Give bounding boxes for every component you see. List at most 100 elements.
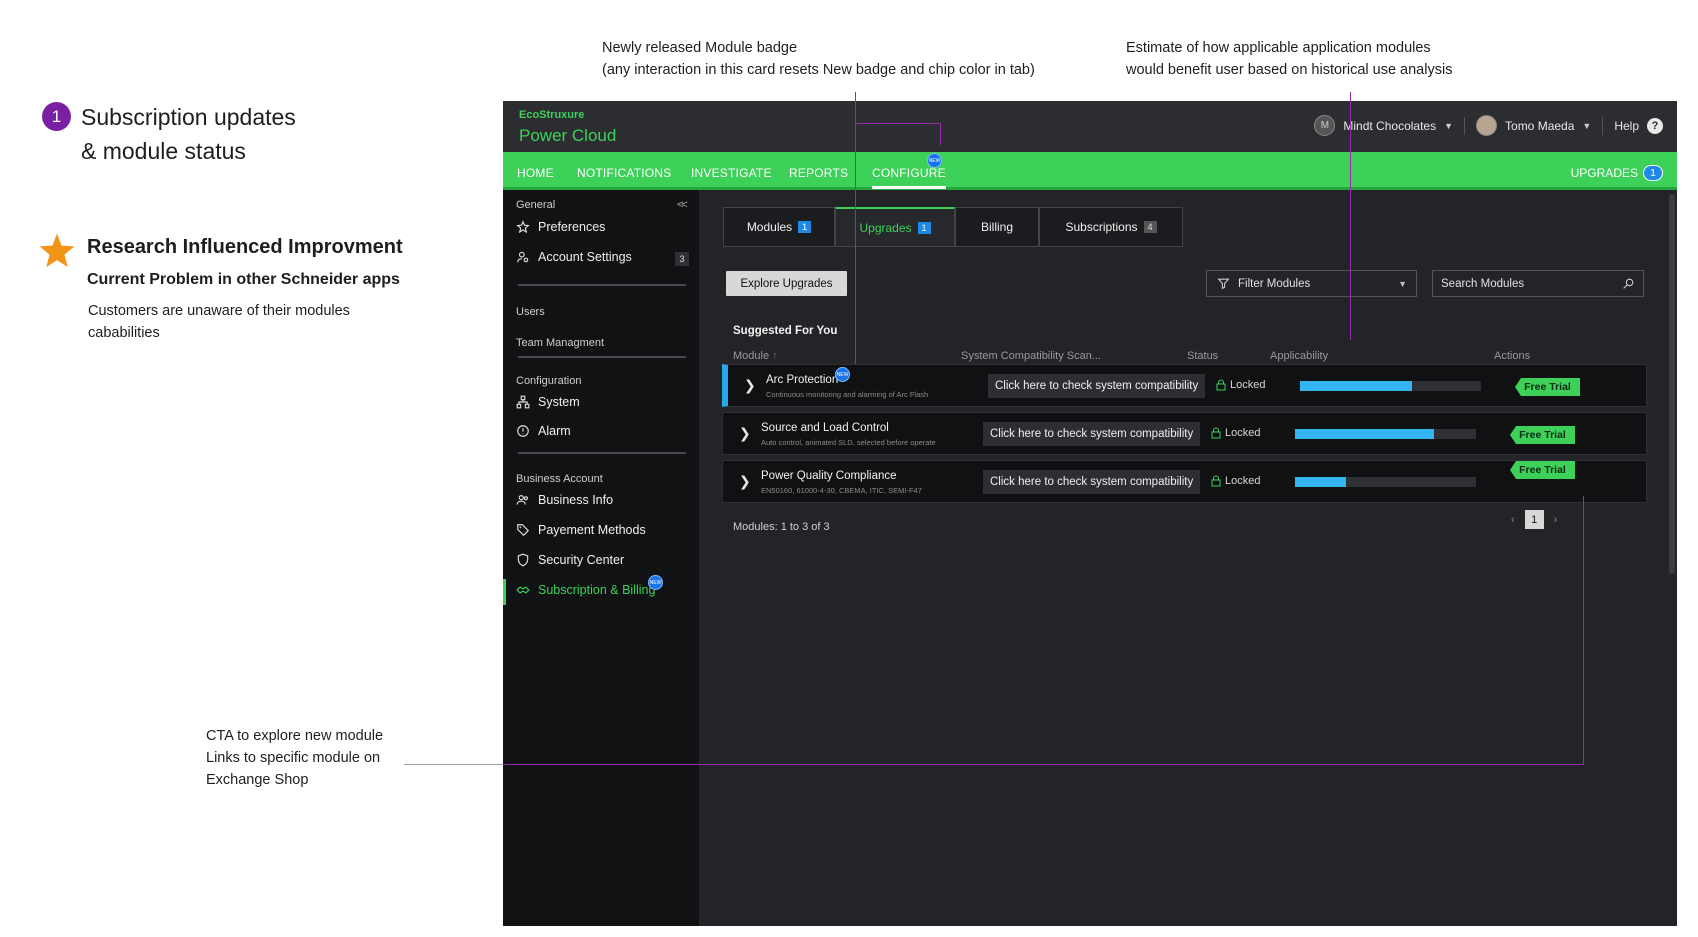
free-trial-button[interactable]: Free Trial bbox=[1510, 426, 1575, 444]
applicability-fill bbox=[1300, 381, 1413, 391]
expand-chevron-icon[interactable]: ❯ bbox=[739, 473, 751, 490]
filter-icon bbox=[1217, 278, 1230, 290]
nav-investigate[interactable]: INVESTIGATE bbox=[691, 166, 772, 180]
chevron-down-icon[interactable]: ▼ bbox=[1582, 121, 1591, 131]
lock-icon bbox=[1211, 427, 1221, 439]
applicability-fill bbox=[1295, 477, 1346, 487]
tab-bar: Modules 1 Upgrades 1 Billing Subscriptio… bbox=[723, 207, 1183, 247]
help-link[interactable]: Help bbox=[1614, 119, 1639, 133]
sidebar-section-configuration: Configuration bbox=[516, 375, 582, 387]
check-compatibility-button[interactable]: Click here to check system compatibility bbox=[988, 374, 1206, 398]
sidebar-item-payment-methods[interactable]: Payement Methods bbox=[516, 523, 646, 537]
divider bbox=[1602, 116, 1604, 135]
sidebar-item-label: Business Info bbox=[538, 493, 614, 507]
next-page-icon[interactable]: › bbox=[1554, 514, 1558, 526]
status-badge: Locked bbox=[1211, 427, 1260, 439]
main-content: Modules 1 Upgrades 1 Billing Subscriptio… bbox=[699, 190, 1677, 926]
prev-page-icon[interactable]: ‹ bbox=[1511, 514, 1515, 526]
status-label: Locked bbox=[1230, 379, 1266, 391]
note-cta-line1: CTA to explore new module bbox=[206, 728, 384, 744]
sidebar-section-general: General bbox=[516, 199, 556, 211]
active-indicator bbox=[503, 579, 506, 605]
divider bbox=[1464, 116, 1466, 135]
sidebar-item-users[interactable]: Users bbox=[516, 306, 545, 318]
main-nav: HOME NOTIFICATIONS INVESTIGATE REPORTS C… bbox=[503, 152, 1677, 190]
note-applicability-line1: Estimate of how applicable application m… bbox=[1126, 40, 1431, 56]
tab-label: Billing bbox=[980, 220, 1013, 234]
free-trial-button[interactable]: Free Trial bbox=[1515, 378, 1580, 396]
check-compatibility-button[interactable]: Click here to check system compatibility bbox=[983, 470, 1201, 494]
nav-upgrades-label: UPGRADES bbox=[1570, 166, 1638, 180]
chevron-down-icon[interactable]: ▼ bbox=[1444, 121, 1453, 131]
top-bar-right: M Mindt Chocolates ▼ Tomo Maeda ▼ Help ? bbox=[1314, 115, 1663, 136]
people-icon bbox=[516, 495, 528, 505]
chevron-down-icon: ▼ bbox=[1398, 278, 1407, 289]
expand-chevron-icon[interactable]: ❯ bbox=[744, 377, 756, 394]
sidebar-item-alarm[interactable]: Alarm bbox=[516, 424, 571, 438]
scrollbar[interactable] bbox=[1669, 194, 1675, 574]
sidebar-item-system[interactable]: System bbox=[516, 395, 580, 409]
new-badge: NEW bbox=[648, 575, 663, 590]
tab-count: 1 bbox=[798, 221, 812, 233]
tab-billing[interactable]: Billing bbox=[955, 207, 1039, 247]
sidebar-item-account-settings[interactable]: Account Settings bbox=[516, 250, 632, 264]
column-header-module[interactable]: Module ↑ bbox=[733, 350, 778, 362]
nav-configure[interactable]: CONFIGURE bbox=[872, 166, 946, 189]
status-label: Locked bbox=[1225, 427, 1261, 439]
filter-modules-select[interactable]: Filter Modules ▼ bbox=[1206, 270, 1417, 297]
user-settings-icon bbox=[517, 251, 529, 263]
nav-home[interactable]: HOME bbox=[517, 166, 554, 180]
sidebar-item-label: Security Center bbox=[538, 553, 625, 567]
sidebar-item-security-center[interactable]: Security Center bbox=[516, 553, 624, 567]
handshake-icon bbox=[516, 586, 530, 594]
column-header-status: Status bbox=[1187, 350, 1219, 362]
pagination: ‹ 1 › bbox=[1511, 510, 1557, 529]
sidebar-item-preferences[interactable]: Preferences bbox=[516, 220, 605, 234]
sidebar-item-label: Subscription & Billing bbox=[538, 583, 656, 597]
sort-arrow-icon[interactable]: ↑ bbox=[772, 350, 778, 362]
sidebar-item-team-management[interactable]: Team Managment bbox=[516, 337, 604, 349]
expand-chevron-icon[interactable]: ❯ bbox=[739, 425, 751, 442]
sidebar-item-business-info[interactable]: Business Info bbox=[516, 493, 613, 507]
free-trial-button[interactable]: Free Trial bbox=[1510, 461, 1575, 479]
user-menu[interactable]: Tomo Maeda bbox=[1505, 119, 1574, 133]
note-applicability-line2: would benefit user based on historical u… bbox=[1126, 62, 1453, 78]
sidebar-divider bbox=[518, 284, 686, 286]
star-outline-icon bbox=[516, 220, 530, 234]
explore-upgrades-button[interactable]: Explore Upgrades bbox=[726, 271, 847, 296]
nav-reports[interactable]: REPORTS bbox=[789, 166, 848, 180]
tab-label: Upgrades bbox=[859, 220, 912, 235]
check-compatibility-button[interactable]: Click here to check system compatibility bbox=[983, 422, 1201, 446]
account-settings-count: 3 bbox=[675, 252, 689, 266]
table-row[interactable]: ❯ Power Quality Compliance EN50160, 6100… bbox=[722, 460, 1647, 503]
nav-notifications[interactable]: NOTIFICATIONS bbox=[577, 166, 671, 180]
nav-upgrades[interactable]: UPGRADES 1 bbox=[1571, 165, 1663, 181]
top-bar: EcoStruxure Power Cloud M Mindt Chocolat… bbox=[503, 101, 1677, 152]
search-icon[interactable] bbox=[1622, 277, 1635, 290]
help-icon[interactable]: ? bbox=[1647, 117, 1663, 134]
applicability-bar bbox=[1295, 477, 1476, 487]
filter-placeholder: Filter Modules bbox=[1238, 277, 1311, 290]
new-badge: NEW bbox=[835, 367, 850, 382]
org-switcher[interactable]: Mindt Chocolates bbox=[1343, 119, 1436, 133]
sidebar-item-label: Account Settings bbox=[538, 250, 632, 264]
lock-icon bbox=[1216, 379, 1226, 391]
pagination-summary: Modules: 1 to 3 of 3 bbox=[733, 521, 830, 533]
page-button-current[interactable]: 1 bbox=[1524, 510, 1544, 529]
brand-logo[interactable]: EcoStruxure bbox=[519, 109, 584, 121]
tab-upgrades[interactable]: Upgrades 1 bbox=[835, 207, 955, 247]
upgrades-count-badge: 1 bbox=[1643, 165, 1663, 181]
research-subtitle: Current Problem in other Schneider apps bbox=[87, 271, 400, 288]
note-new-badge-line1: Newly released Module badge bbox=[602, 40, 798, 56]
sidebar-item-subscription-billing[interactable]: Subscription & Billing bbox=[516, 583, 655, 597]
product-name: Power Cloud bbox=[519, 126, 617, 145]
guide-line bbox=[503, 764, 1583, 765]
tab-subscriptions[interactable]: Subscriptions 4 bbox=[1039, 207, 1183, 247]
sidebar-item-label: Preferences bbox=[538, 220, 606, 234]
research-body: Customers are unaware of their modules c… bbox=[88, 303, 350, 341]
table-row[interactable]: ❯ Arc Protection NEW Continuous monitori… bbox=[722, 364, 1647, 407]
table-row[interactable]: ❯ Source and Load Control Auto control, … bbox=[722, 412, 1647, 455]
collapse-sidebar-icon[interactable]: << bbox=[677, 199, 688, 211]
tab-modules[interactable]: Modules 1 bbox=[723, 207, 835, 247]
search-input[interactable]: Search Modules bbox=[1432, 270, 1644, 297]
